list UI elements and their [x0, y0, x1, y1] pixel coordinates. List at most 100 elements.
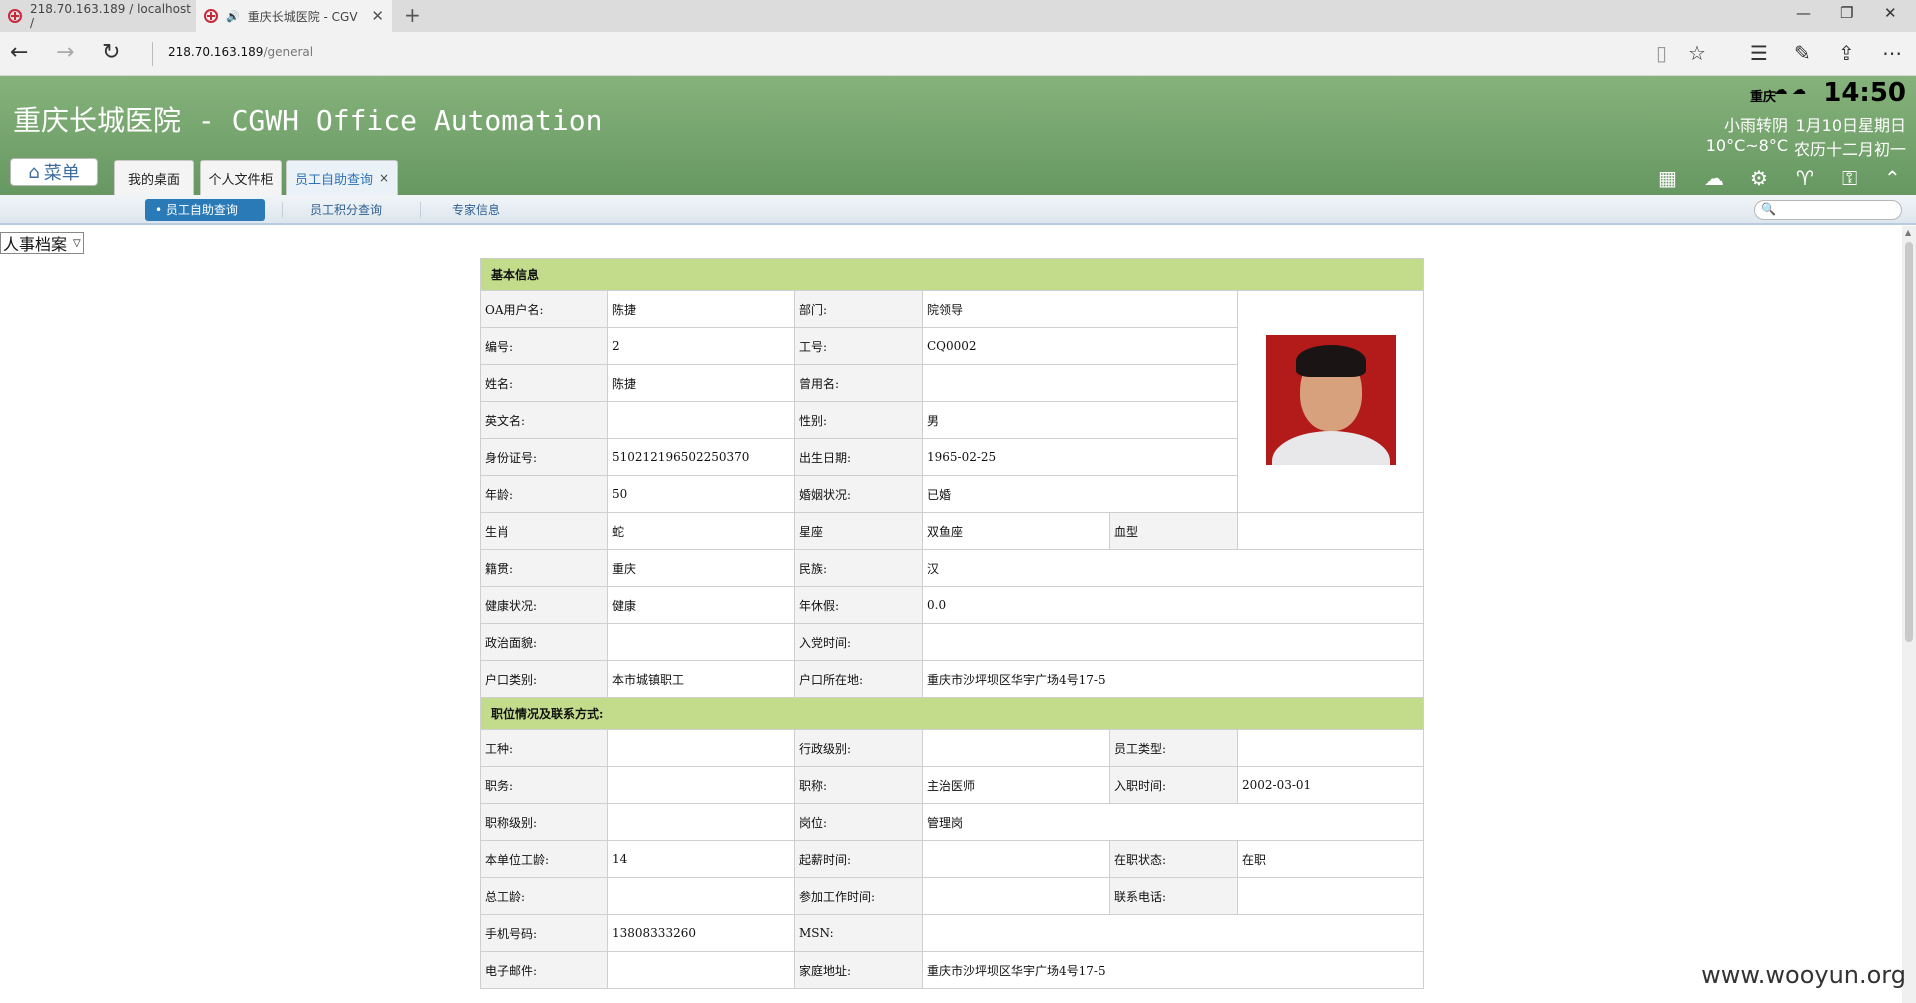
address-bar[interactable]: 218.70.163.189/general [168, 45, 313, 59]
table-row: 户口类别: 本市城镇职工 户口所在地: 重庆市沙坪坝区华宇广场4号17-5 [480, 660, 1425, 698]
scrollbar-thumb[interactable] [1905, 242, 1913, 642]
address-host: 218.70.163.189 [168, 45, 264, 59]
subnav-points-query[interactable]: 员工积分查询 [300, 199, 392, 221]
field-value-age: 50 [607, 475, 795, 513]
field-value-phone [1236, 877, 1425, 915]
field-label: 在职状态: [1109, 840, 1238, 878]
share-icon[interactable]: ⇪ [1838, 41, 1855, 65]
field-label: 职称: [794, 766, 923, 804]
field-label: 部门: [794, 290, 923, 328]
scroll-up-icon[interactable]: ▲ [1905, 228, 1911, 237]
browser-tab-hospital[interactable]: 🔊 重庆长城医院 - CGV ✕ [196, 0, 392, 32]
archive-type-select[interactable]: 人事档案 ▽ [0, 232, 84, 254]
field-label: 职务: [480, 766, 608, 804]
field-value-english-name [607, 401, 795, 439]
weather-temperature: 10°C~8°C [1705, 136, 1788, 155]
back-icon[interactable]: ← [10, 40, 28, 66]
browser-tab-title: 218.70.163.189 / localhost / [30, 2, 191, 30]
watermark: www.wooyun.org [1701, 961, 1906, 989]
photo-hair [1295, 345, 1366, 377]
refresh-icon[interactable]: ↻ [102, 40, 120, 66]
new-tab-button[interactable]: + [404, 3, 421, 27]
close-tab-icon[interactable]: × [379, 171, 389, 185]
subnav-expert-info[interactable]: 专家信息 [442, 199, 510, 221]
table-row: OA用户名: 陈捷 部门: 院领导 [480, 290, 1425, 513]
field-label: 手机号码: [480, 914, 608, 952]
collapse-up-icon[interactable]: ⌃ [1884, 166, 1901, 190]
field-value-address: 重庆市沙坪坝区华宇广场4号17-5 [921, 951, 1425, 989]
more-icon[interactable]: ⋯ [1882, 41, 1902, 65]
browser-tab-phpmyadmin[interactable]: 218.70.163.189 / localhost / [0, 0, 196, 32]
close-tab-icon[interactable]: ✕ [371, 7, 384, 25]
field-label: 行政级别: [794, 729, 923, 767]
reading-view-icon[interactable]: ▯ [1656, 41, 1667, 65]
field-value-hukou-type: 本市城镇职工 [607, 660, 795, 698]
field-value-title-level [607, 803, 795, 841]
field-label: 年龄: [480, 475, 608, 513]
field-label: 电子邮件: [480, 951, 608, 989]
cloud-help-icon[interactable]: ☁ [1704, 166, 1724, 190]
field-value-total-years [607, 877, 795, 915]
field-label: 起薪时间: [794, 840, 923, 878]
menu-button[interactable]: ⌂ 菜单 [10, 158, 98, 186]
subnav-label: 员工积分查询 [310, 203, 383, 217]
bullet-icon: • [155, 203, 166, 217]
favorite-star-icon[interactable]: ☆ [1688, 41, 1706, 65]
address-path: /general [263, 45, 314, 59]
sub-navigation: • 员工自助查询 员工积分查询 专家信息 🔍 [0, 195, 1916, 225]
restore-icon[interactable]: ❐ [1840, 4, 1853, 22]
lunar-date: 农历十二月初一 [1793, 140, 1906, 159]
field-label: 籍贯: [480, 549, 608, 587]
weather-date: 1月10日星期日 [1795, 116, 1906, 135]
apps-grid-icon[interactable]: ▦ [1658, 166, 1677, 190]
field-label: 工号: [794, 327, 923, 365]
field-label: 出生日期: [794, 438, 923, 476]
tab-employee-self-service[interactable]: 员工自助查询 × [286, 160, 398, 195]
field-label: 政治面貌: [480, 623, 608, 661]
field-value-oa-user: 陈捷 [607, 290, 795, 328]
field-value-work-id: CQ0002 [922, 327, 1238, 365]
field-label: 入职时间: [1109, 766, 1238, 804]
field-value-ethnic: 汉 [921, 549, 1425, 587]
table-row: 总工龄: 参加工作时间: 联系电话: [480, 877, 1425, 915]
field-value-blood [1236, 512, 1425, 550]
field-label: 姓名: [480, 364, 608, 402]
minimize-icon[interactable]: — [1796, 4, 1811, 22]
field-value-title: 主治医师 [922, 766, 1110, 804]
shirt-icon[interactable]: ♈ [1796, 166, 1814, 190]
table-row: 健康状况: 健康 年休假: 0.0 [480, 586, 1425, 624]
field-label: 身份证号: [480, 438, 608, 476]
field-value-post: 管理岗 [921, 803, 1425, 841]
section-basic-info: 基本信息 [479, 258, 1425, 291]
field-label: 年休假: [794, 586, 923, 624]
weather-condition: 小雨转阴 [1723, 116, 1788, 135]
window-close-icon[interactable]: ✕ [1884, 4, 1897, 22]
hub-icon[interactable]: ☰ [1750, 41, 1768, 65]
search-input[interactable]: 🔍 [1754, 200, 1902, 220]
field-label: 民族: [794, 549, 923, 587]
page-scrollbar[interactable]: ▲ [1902, 226, 1916, 1003]
site-favicon-icon [8, 9, 22, 23]
field-value-staff-type [1236, 729, 1425, 767]
tab-label: 员工自助查询 [294, 172, 373, 188]
field-label: 参加工作时间: [794, 877, 923, 915]
tab-label: 个人文件柜 [208, 172, 274, 188]
forward-icon[interactable]: → [56, 40, 74, 66]
tab-personal-files[interactable]: 个人文件柜 [200, 160, 282, 195]
table-row: 职称级别: 岗位: 管理岗 [480, 803, 1425, 841]
archive-select-value: 人事档案 [3, 235, 68, 254]
chevron-down-icon: ▽ [73, 237, 81, 249]
app-header: 重庆长城医院 - CGWH Office Automation 重庆 ☁ ☁ 1… [0, 76, 1916, 195]
field-label: 健康状况: [480, 586, 608, 624]
subnav-employee-query[interactable]: • 员工自助查询 [145, 199, 265, 221]
clock-time: 14:50 [1823, 78, 1906, 108]
field-value-party-date [921, 623, 1425, 661]
field-value-political [607, 623, 795, 661]
web-note-icon[interactable]: ✎ [1794, 41, 1811, 65]
field-label: MSN: [794, 914, 923, 952]
key-icon[interactable]: ⚿ [1842, 166, 1857, 190]
browser-tab-title: 重庆长城医院 - CGV [247, 9, 358, 24]
gear-icon[interactable]: ⚙ [1750, 166, 1768, 190]
tab-my-desktop[interactable]: 我的桌面 [114, 160, 194, 195]
field-value-dept: 院领导 [922, 290, 1238, 328]
